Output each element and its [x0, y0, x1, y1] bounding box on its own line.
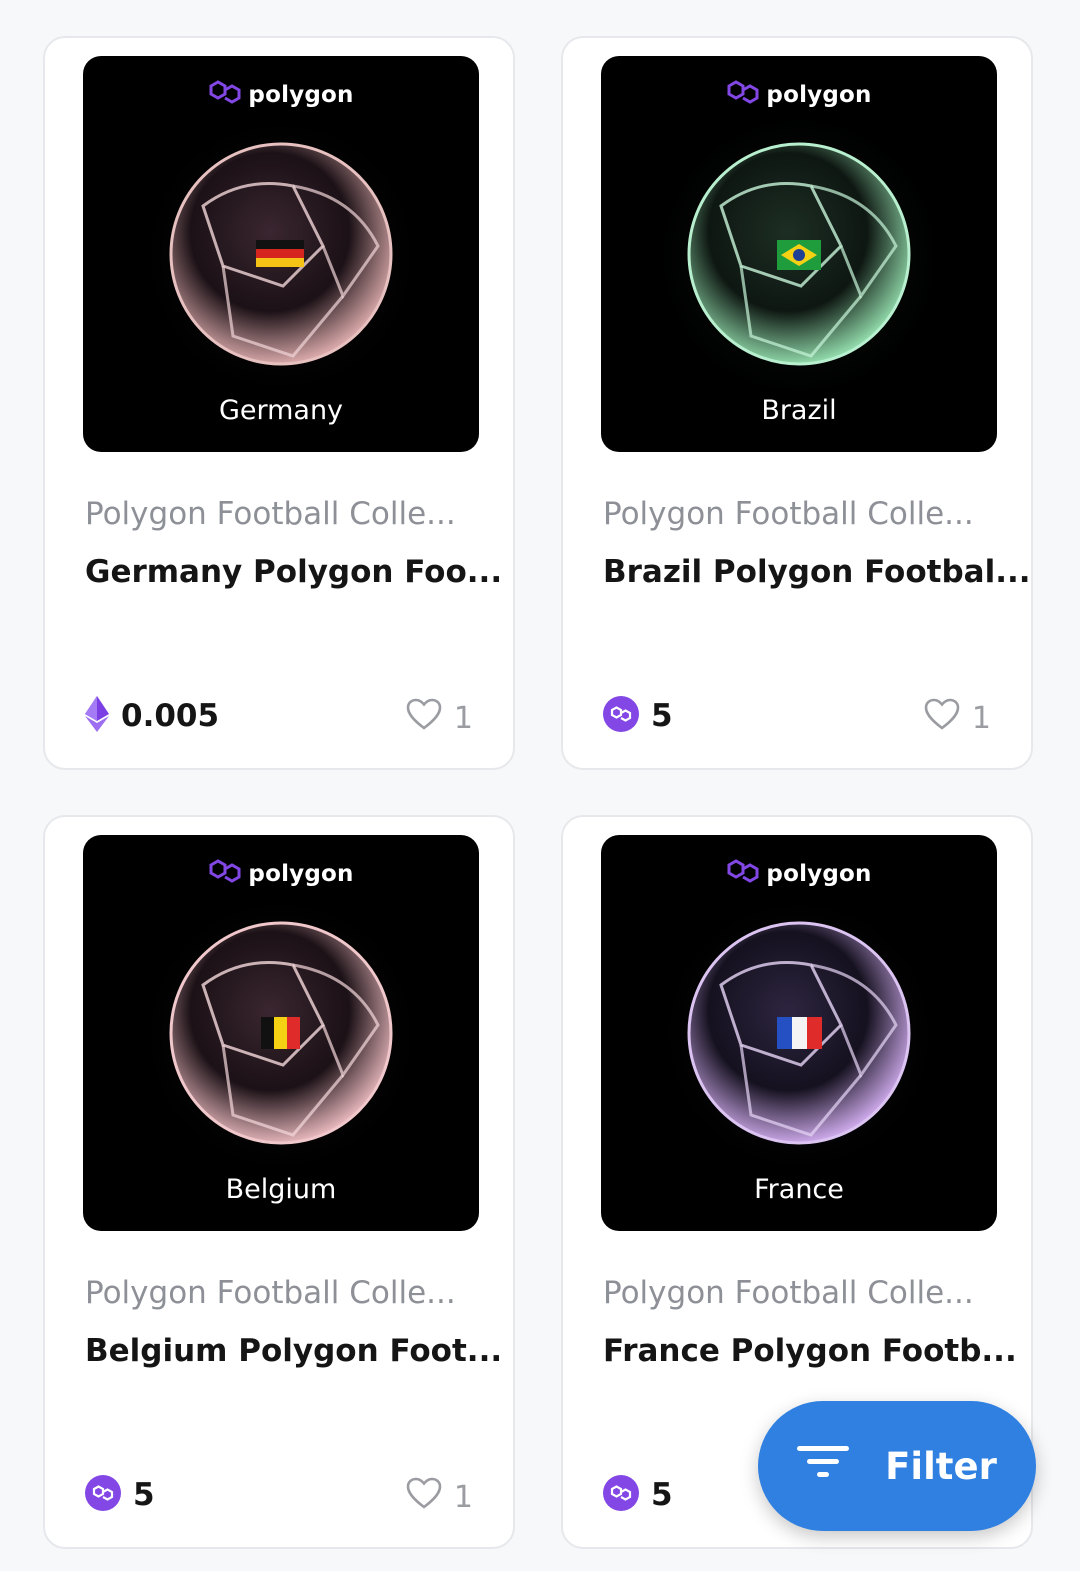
filter-icon: [797, 1444, 850, 1489]
like-button[interactable]: 1: [406, 698, 473, 738]
price-value: 5: [651, 1477, 673, 1513]
nft-image[interactable]: polygon Brazil: [601, 56, 997, 452]
price: 5: [603, 696, 673, 736]
like-button[interactable]: 1: [924, 698, 991, 738]
country-label: Germany: [218, 395, 344, 426]
nft-card-brazil[interactable]: polygon Brazil Polygon Football Colle...…: [561, 36, 1033, 770]
nft-title: Belgium Polygon Foot...: [85, 1333, 503, 1369]
nft-image[interactable]: polygon France: [601, 835, 997, 1231]
heart-icon: [406, 698, 442, 738]
like-count: 1: [453, 700, 473, 736]
football-artwork: [131, 885, 431, 1185]
price-value: 5: [651, 698, 673, 734]
heart-icon: [406, 1477, 442, 1517]
price: 5: [603, 1475, 673, 1515]
heart-icon: [924, 698, 960, 738]
nft-card-belgium[interactable]: polygon Belgium Polygon Football Colle..…: [43, 815, 515, 1549]
country-label: Belgium: [225, 1174, 337, 1205]
ethereum-icon: [85, 696, 109, 736]
football-artwork: [131, 106, 431, 406]
price-value: 5: [133, 1477, 155, 1513]
nft-image[interactable]: polygon Germany: [83, 56, 479, 452]
nft-title: France Polygon Footb...: [603, 1333, 1017, 1369]
polygon-matic-icon: [603, 696, 639, 736]
polygon-brand: polygon: [83, 80, 479, 110]
polygon-logo-icon: [726, 80, 760, 110]
polygon-logo-icon: [208, 859, 242, 889]
collection-name: Polygon Football Colle...: [603, 496, 974, 532]
price: 0.005: [85, 696, 219, 736]
nft-image[interactable]: polygon Belgium: [83, 835, 479, 1231]
polygon-matic-icon: [85, 1475, 121, 1515]
polygon-brand: polygon: [601, 859, 997, 889]
football-artwork: [649, 885, 949, 1185]
collection-name: Polygon Football Colle...: [603, 1275, 974, 1311]
like-count: 1: [971, 700, 991, 736]
polygon-matic-icon: [603, 1475, 639, 1515]
collection-name: Polygon Football Colle...: [85, 496, 456, 532]
football-artwork: [649, 106, 949, 406]
filter-label: Filter: [885, 1444, 997, 1488]
filter-button[interactable]: Filter: [758, 1401, 1036, 1531]
nft-title: Brazil Polygon Footbal...: [603, 554, 1031, 590]
nft-title: Germany Polygon Foo...: [85, 554, 503, 590]
like-count: 1: [453, 1479, 473, 1515]
price: 5: [85, 1475, 155, 1515]
polygon-brand: polygon: [601, 80, 997, 110]
collection-name: Polygon Football Colle...: [85, 1275, 456, 1311]
polygon-logo-icon: [726, 859, 760, 889]
like-button[interactable]: 1: [406, 1477, 473, 1517]
polygon-logo-icon: [208, 80, 242, 110]
polygon-brand: polygon: [83, 859, 479, 889]
country-label: France: [754, 1174, 844, 1205]
country-label: Brazil: [761, 395, 837, 426]
nft-card-germany[interactable]: polygon Germany Polygon Football Colle..…: [43, 36, 515, 770]
price-value: 0.005: [121, 698, 220, 734]
